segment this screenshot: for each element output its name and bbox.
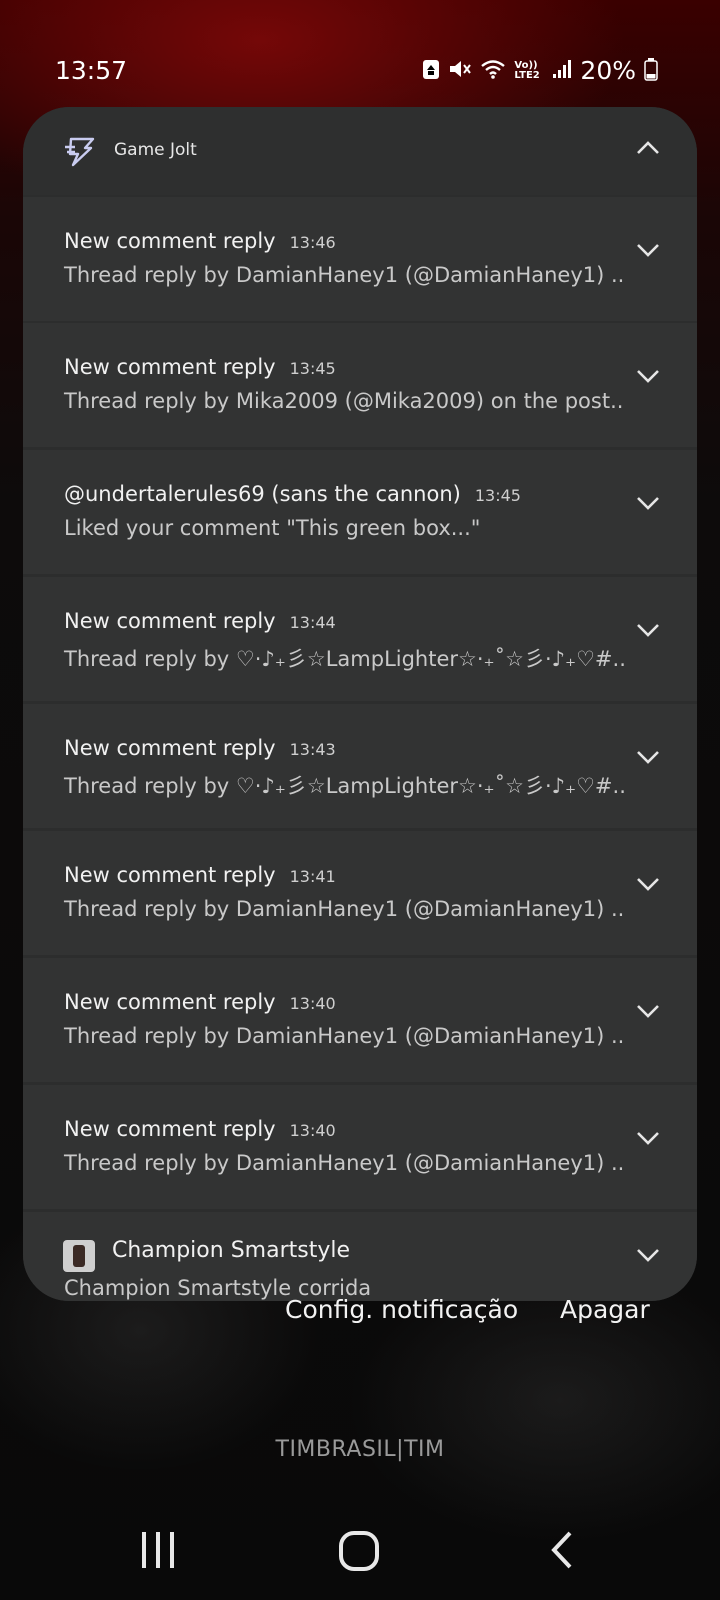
notification-title: @undertalerules69 (sans the cannon): [64, 482, 461, 506]
notification-settings-button[interactable]: Config. notificação: [285, 1295, 518, 1345]
chevron-down-icon[interactable]: [635, 237, 661, 267]
notification-app-name: Champion Smartstyle: [112, 1238, 350, 1263]
chevron-up-icon[interactable]: [635, 135, 661, 165]
chevron-down-icon[interactable]: [635, 744, 661, 774]
mute-icon: [448, 58, 472, 84]
notification-body: Thread reply by DamianHaney1 (@DamianHan…: [64, 1024, 625, 1048]
notification-title: New comment reply: [64, 609, 276, 633]
chevron-down-icon[interactable]: [635, 617, 661, 647]
notification-body: Thread reply by Mika2009 (@Mika2009) on …: [64, 389, 624, 413]
carrier-label: TIMBRASIL|TIM: [275, 1437, 445, 1462]
notification-body: Thread reply by DamianHaney1 (@DamianHan…: [64, 897, 625, 921]
notification-time: 13:40: [289, 994, 336, 1013]
status-time: 13:57: [55, 56, 128, 85]
notification-item[interactable]: New comment reply 13:45 Thread reply by M…: [23, 323, 697, 447]
notification-title: New comment reply: [64, 355, 276, 379]
notification-item[interactable]: New comment reply 13:43 Thread reply by ♡…: [23, 704, 697, 828]
notification-panel: Game Jolt New comment reply 13:46 Thread …: [23, 107, 697, 1301]
notification-title: New comment reply: [64, 990, 276, 1014]
notification-title: New comment reply: [64, 229, 276, 253]
clear-button[interactable]: Apagar: [560, 1295, 650, 1345]
app-name: Game Jolt: [114, 140, 197, 160]
notification-item[interactable]: New comment reply 13:41 Thread reply by D…: [23, 831, 697, 955]
chevron-down-icon[interactable]: [635, 1125, 661, 1155]
back-icon[interactable]: [548, 1530, 578, 1574]
notification-item[interactable]: New comment reply 13:40 Thread reply by D…: [23, 958, 697, 1082]
notification-body: Liked your comment "This green box...": [64, 516, 481, 540]
notification-title: New comment reply: [64, 736, 276, 760]
notification-title: New comment reply: [64, 863, 276, 887]
notification-time: 13:45: [289, 359, 336, 378]
home-icon[interactable]: [338, 1530, 380, 1576]
navigation-bar: [0, 1500, 720, 1600]
status-icons: Vo)) LTE2 20%: [422, 56, 658, 85]
notification-time: 13:44: [289, 613, 336, 632]
notification-title: New comment reply: [64, 1117, 276, 1141]
chevron-down-icon[interactable]: [635, 363, 661, 393]
notification-time: 13:43: [289, 740, 336, 759]
notification-item[interactable]: New comment reply 13:40 Thread reply by D…: [23, 1085, 697, 1209]
notification-item-champion[interactable]: Champion Smartstyle Champion Smartstyle …: [23, 1212, 697, 1301]
notification-group-header[interactable]: Game Jolt: [23, 107, 697, 195]
notification-item[interactable]: New comment reply 13:46 Thread reply by D…: [23, 197, 697, 321]
notification-body: Thread reply by DamianHaney1 (@DamianHan…: [64, 263, 625, 287]
notification-body: Thread reply by DamianHaney1 (@DamianHan…: [64, 1151, 625, 1175]
watch-icon: [63, 1240, 95, 1272]
chevron-down-icon[interactable]: [635, 1242, 661, 1272]
recents-icon[interactable]: [138, 1530, 178, 1574]
chevron-down-icon[interactable]: [635, 490, 661, 520]
notification-item[interactable]: New comment reply 13:44 Thread reply by ♡…: [23, 577, 697, 701]
chevron-down-icon[interactable]: [635, 871, 661, 901]
network-type-label: Vo)) LTE2: [514, 59, 540, 81]
notification-item[interactable]: @undertalerules69 (sans the cannon) 13:45…: [23, 450, 697, 574]
notification-time: 13:40: [289, 1121, 336, 1140]
notification-time: 13:41: [289, 867, 336, 886]
signal-icon: [552, 58, 572, 84]
notification-time: 13:46: [289, 233, 336, 252]
lightning-icon: [63, 137, 95, 171]
notification-body: Thread reply by ♡·♪₊彡☆LampLighter☆·₊˚☆彡·…: [64, 774, 626, 798]
recycle-icon: [422, 58, 440, 84]
wifi-icon: [480, 58, 506, 84]
chevron-down-icon[interactable]: [635, 998, 661, 1028]
battery-percent: 20%: [580, 56, 636, 85]
notification-body: Thread reply by ♡·♪₊彡☆LampLighter☆·₊˚☆彡·…: [64, 647, 626, 671]
notification-time: 13:45: [474, 486, 521, 505]
battery-icon: [644, 57, 658, 85]
